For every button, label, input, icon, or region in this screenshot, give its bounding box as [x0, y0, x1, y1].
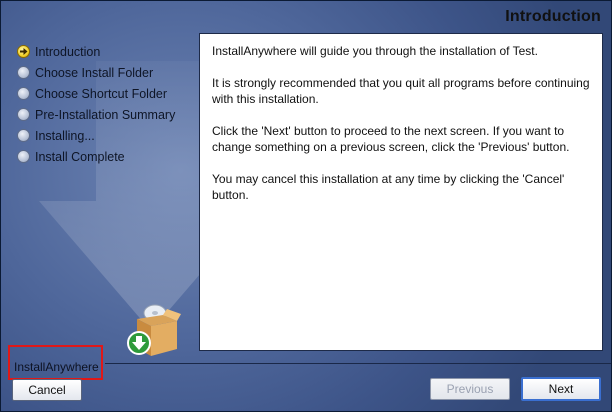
- step-label: Choose Shortcut Folder: [35, 86, 168, 101]
- content-paragraph: You may cancel this installation at any …: [212, 172, 565, 202]
- circle-bullet-icon: [17, 129, 30, 142]
- step-label: Installing...: [35, 128, 95, 143]
- step-label: Choose Install Folder: [35, 65, 154, 80]
- step-item-install-complete: Install Complete: [17, 146, 175, 167]
- step-label: Pre-Installation Summary: [35, 107, 176, 122]
- installer-window: Introduction Introduction Choose Install…: [0, 0, 612, 412]
- step-label: Introduction: [35, 44, 101, 59]
- circle-bullet-icon: [17, 150, 30, 163]
- step-item-choose-shortcut-folder: Choose Shortcut Folder: [17, 83, 175, 104]
- previous-button[interactable]: Previous: [430, 378, 510, 400]
- content-paragraph: Click the 'Next' button to proceed to th…: [212, 124, 570, 154]
- step-label: Install Complete: [35, 149, 125, 164]
- content-paragraph: InstallAnywhere will guide you through t…: [212, 44, 538, 58]
- brand-label: InstallAnywhere: [8, 345, 103, 380]
- step-item-pre-installation-summary: Pre-Installation Summary: [17, 104, 175, 125]
- footer-divider: [105, 363, 611, 364]
- circle-bullet-icon: [17, 87, 30, 100]
- circle-bullet-icon: [17, 108, 30, 121]
- cancel-button[interactable]: Cancel: [12, 379, 82, 401]
- step-item-introduction: Introduction: [17, 41, 175, 62]
- step-item-choose-install-folder: Choose Install Folder: [17, 62, 175, 83]
- circle-bullet-icon: [17, 66, 30, 79]
- next-button[interactable]: Next: [521, 377, 601, 401]
- content-panel: InstallAnywhere will guide you through t…: [199, 33, 603, 351]
- step-item-installing: Installing...: [17, 125, 175, 146]
- install-box-icon: [127, 304, 181, 356]
- arrow-bullet-icon: [17, 45, 30, 58]
- content-paragraph: It is strongly recommended that you quit…: [212, 76, 590, 106]
- page-title: Introduction: [505, 8, 601, 25]
- step-list: Introduction Choose Install Folder Choos…: [17, 41, 175, 167]
